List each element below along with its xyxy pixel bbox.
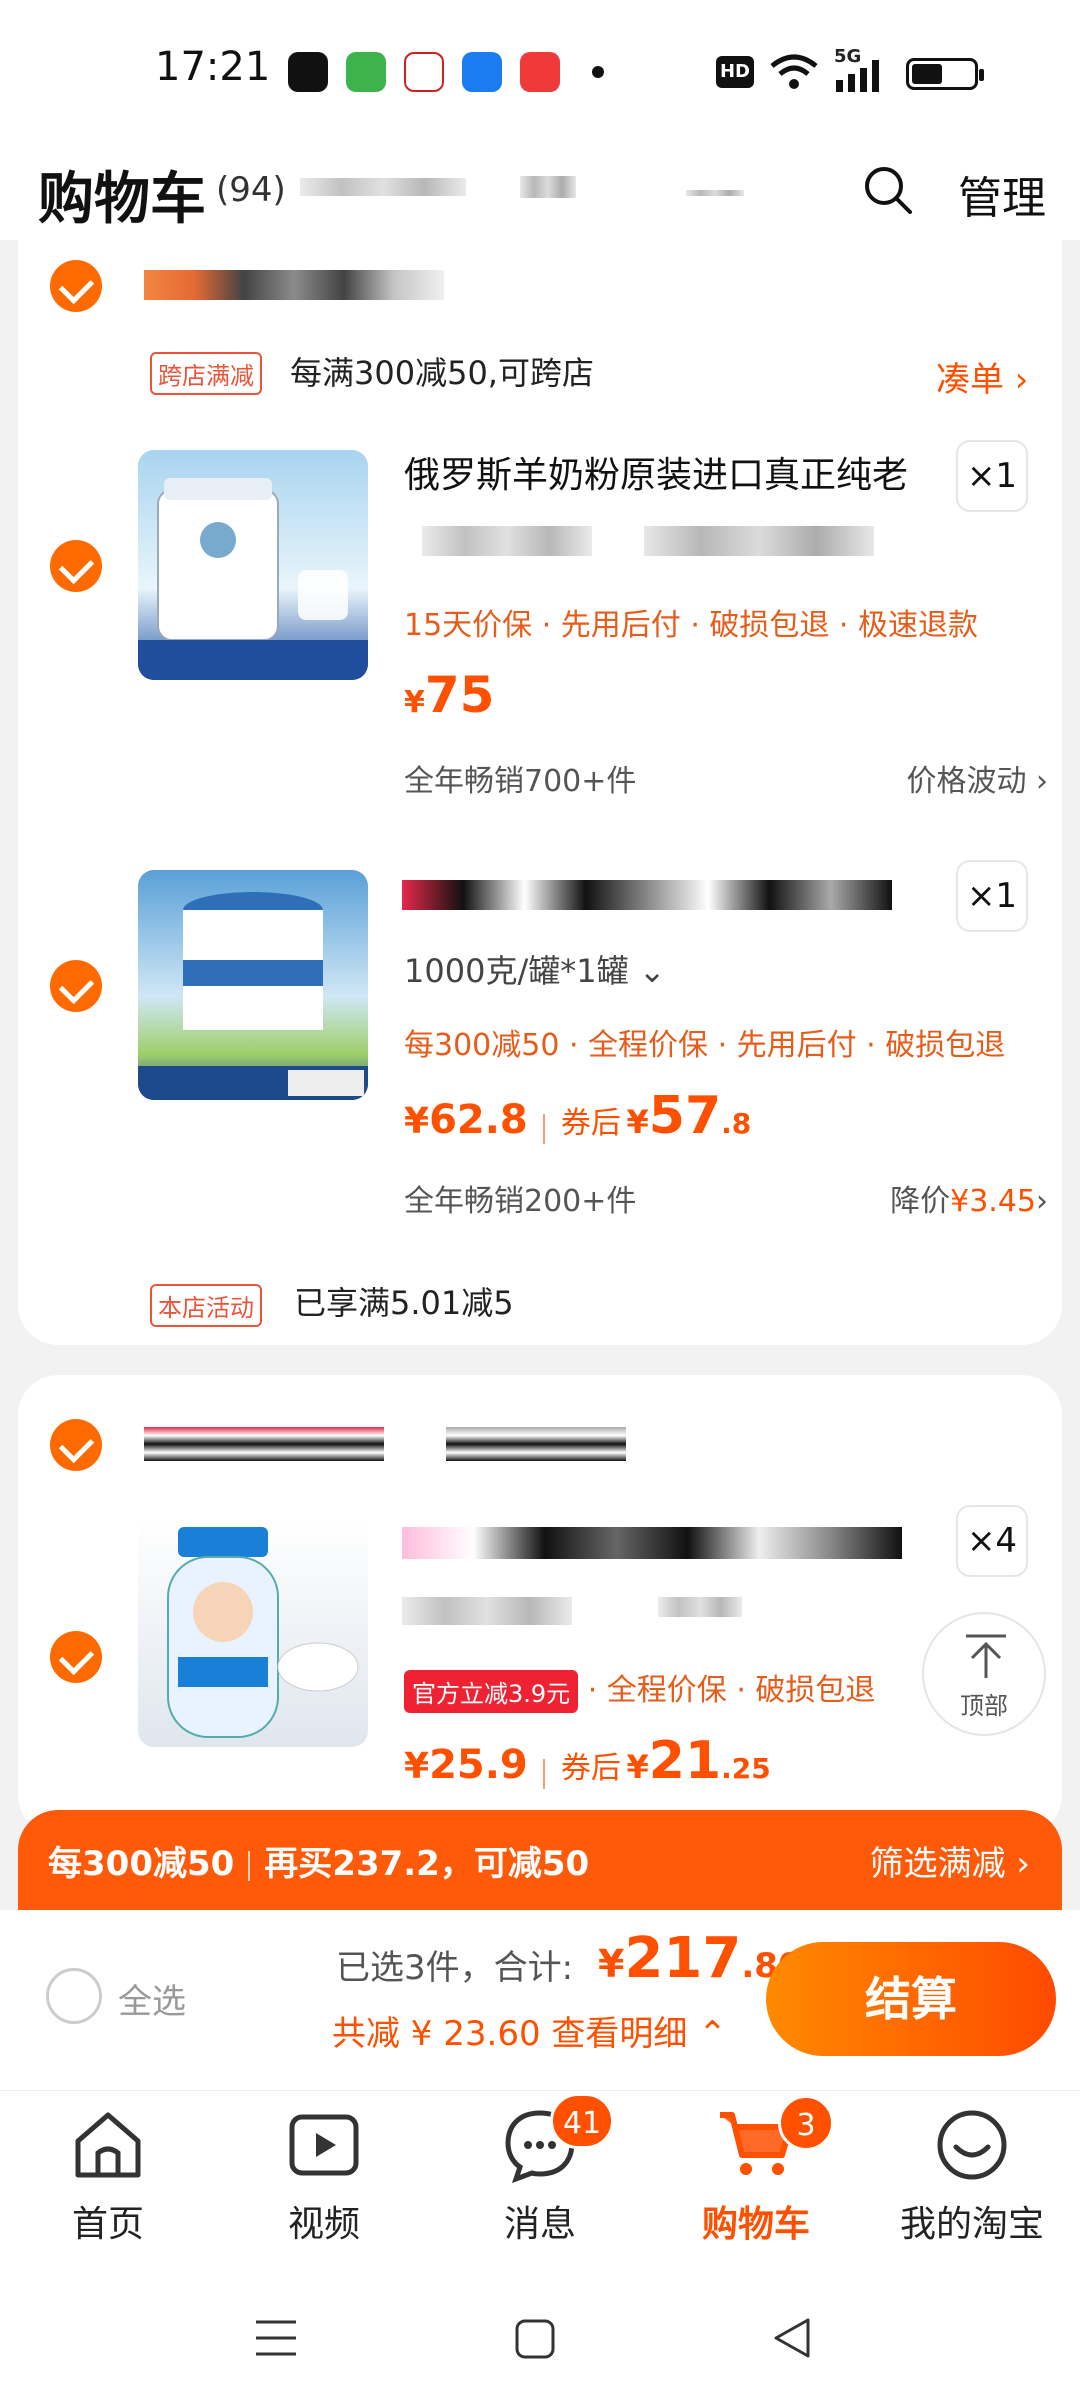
savings-details-link[interactable]: 共减 ¥ 23.60 查看明细 ⌃: [332, 2006, 727, 2055]
shop-checkbox[interactable]: [50, 260, 102, 312]
shop-card: ×4 官方立减3.9元 · 全程价保 · 破损包退 ¥25.9 券后 ¥21.2…: [18, 1375, 1062, 1835]
home-square-icon[interactable]: [514, 2318, 556, 2360]
app-2024-icon: [404, 52, 444, 92]
product-price: ¥62.8 券后 ¥57.8: [404, 1086, 752, 1146]
status-bar: 17:21 HD 5G: [0, 0, 1080, 140]
tab-cart-label: 购物车: [701, 2204, 810, 2245]
wifi-icon: [770, 54, 818, 89]
product-benefits: 每300减50 · 全程价保 · 先用后付 · 破损包退: [404, 1028, 1006, 1063]
page-title: 购物车: [38, 167, 206, 232]
system-navigation-bar: [0, 2260, 1080, 2400]
back-to-top-label: 顶部: [960, 1692, 1008, 1720]
product-title[interactable]: [402, 880, 892, 910]
tab-video[interactable]: 视频: [216, 2091, 432, 2261]
cart-header: 购物车 (94) 管理: [0, 140, 1080, 240]
messages-icon: [346, 52, 386, 92]
manage-button[interactable]: 管理: [958, 162, 1046, 226]
arrow-up-icon: [966, 1634, 1006, 1678]
shop-name[interactable]: [144, 1427, 384, 1461]
product-title[interactable]: [402, 1527, 902, 1559]
tiktok-icon: [288, 52, 328, 92]
price-drop-link[interactable]: 降价¥3.45›: [758, 1176, 1048, 1220]
variant-selector[interactable]: [402, 1597, 572, 1625]
notification-dot-icon: [592, 66, 604, 78]
goat-milk-can-image: [138, 478, 368, 680]
shop-name[interactable]: [446, 1427, 626, 1461]
cross-store-tag: 跨店满减: [150, 352, 262, 395]
product-benefits: 官方立减3.9元 · 全程价保 · 破损包退: [404, 1665, 875, 1713]
quantity-button[interactable]: ×4: [956, 1505, 1028, 1577]
sales-count: 全年畅销200+件: [404, 1184, 637, 1219]
menu-icon[interactable]: [254, 2318, 298, 2358]
quantity-button[interactable]: ×1: [956, 440, 1028, 512]
bottom-tab-bar: 首页 视频 41 消息 3 购物车 我的淘宝: [0, 2090, 1080, 2260]
tab-messages[interactable]: 41 消息: [432, 2091, 648, 2261]
product-benefits: 15天价保 · 先用后付 · 破损包退 · 极速退款: [404, 608, 978, 643]
product-image[interactable]: [138, 1517, 368, 1747]
tab-my-taobao[interactable]: 我的淘宝: [864, 2091, 1080, 2261]
product-image[interactable]: [138, 450, 368, 680]
gather-order-link[interactable]: 凑单 ›: [936, 352, 1028, 401]
status-time: 17:21: [155, 44, 271, 90]
shop-activity-tag: 本店活动: [150, 1284, 262, 1327]
music-icon: [520, 52, 560, 92]
tab-home[interactable]: 首页: [0, 2091, 216, 2261]
robot-app-icon: [462, 52, 502, 92]
back-to-top-button[interactable]: 顶部: [922, 1612, 1046, 1736]
search-icon[interactable]: [862, 164, 914, 216]
product-price: ¥25.9 券后 ¥21.25: [404, 1731, 771, 1791]
variant-selector[interactable]: [644, 526, 874, 556]
video-icon: [289, 2114, 359, 2176]
blurred-tab[interactable]: [686, 190, 744, 196]
product-price: ¥75: [404, 666, 495, 724]
quantity-button[interactable]: ×1: [956, 860, 1028, 932]
selection-summary: 已选3件，合计:: [336, 1948, 574, 1988]
variant-selector[interactable]: [658, 1597, 742, 1617]
price-fluctuation-link[interactable]: 价格波动 ›: [758, 756, 1048, 800]
tab-messages-label: 消息: [503, 2204, 576, 2245]
shop-card: 跨店满减 每满300减50,可跨店 凑单 › 俄罗斯羊奶粉原装进口真正纯老 ×1…: [18, 230, 1062, 1345]
product-title[interactable]: 俄罗斯羊奶粉原装进口真正纯老: [404, 446, 908, 498]
blurred-tab[interactable]: [520, 176, 576, 198]
cart-count: (94): [216, 170, 286, 210]
cart-badge: 3: [778, 2095, 834, 2151]
discount-bar-text: 每300减50 再买237.2，可减50: [48, 1844, 590, 1884]
item-checkbox[interactable]: [50, 1631, 102, 1683]
discount-bar[interactable]: 每300减50 再买237.2，可减50 筛选满减 ›: [18, 1810, 1062, 1910]
variant-selector[interactable]: 1000克/罐*1罐 ⌄: [404, 946, 666, 992]
product-image[interactable]: [138, 870, 368, 1100]
select-all-label[interactable]: 全选: [118, 1974, 186, 2023]
tab-video-label: 视频: [287, 2204, 360, 2245]
official-discount-tag: 官方立减3.9元: [404, 1670, 579, 1713]
shop-name[interactable]: [144, 270, 444, 300]
blurred-tab[interactable]: [300, 178, 466, 196]
salt-jar-image: [167, 1527, 359, 1738]
battery-icon: [906, 58, 984, 90]
shop-activity-text: 已享满5.01减5: [294, 1284, 514, 1322]
checkout-bar: 全选 已选3件，合计: ¥217.80 共减 ¥ 23.60 查看明细 ⌃ 结算: [0, 1910, 1080, 2090]
smile-icon: [937, 2110, 1007, 2180]
cross-store-promo: 每满300减50,可跨店: [290, 354, 594, 392]
item-checkbox[interactable]: [50, 960, 102, 1012]
select-all-checkbox[interactable]: [46, 1968, 102, 2024]
sales-count: 全年畅销700+件: [404, 764, 637, 799]
messages-badge: 41: [550, 2093, 615, 2149]
variant-selector[interactable]: [422, 526, 592, 556]
shop-checkbox[interactable]: [50, 1419, 102, 1471]
filter-discount-link[interactable]: 筛选满减 ›: [870, 1836, 1030, 1885]
moloko-can-image: [138, 892, 368, 1100]
back-triangle-icon[interactable]: [772, 2316, 812, 2360]
checkout-button[interactable]: 结算: [766, 1942, 1056, 2056]
item-checkbox[interactable]: [50, 540, 102, 592]
hd-icon: HD: [716, 56, 754, 88]
tab-my-taobao-label: 我的淘宝: [899, 2204, 1044, 2245]
tab-cart[interactable]: 3 购物车: [648, 2091, 864, 2261]
home-icon: [75, 2112, 141, 2178]
tab-home-label: 首页: [71, 2204, 144, 2245]
signal-icon: [836, 60, 879, 92]
